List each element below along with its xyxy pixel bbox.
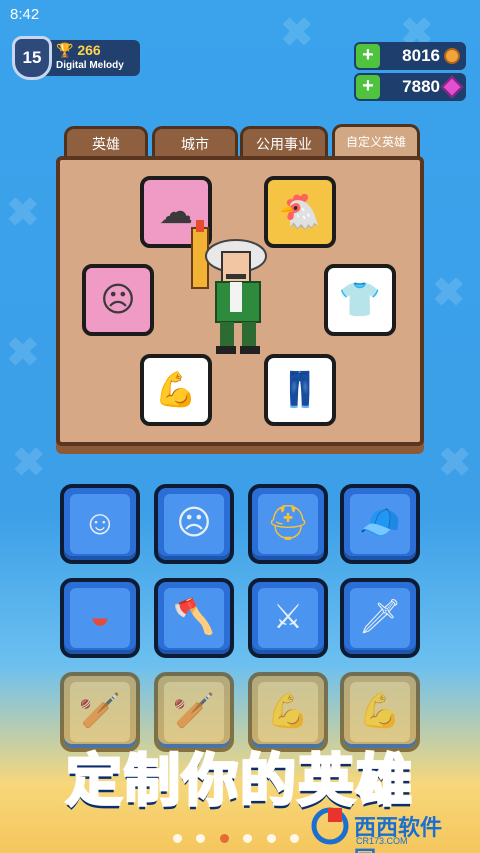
face-icon: ☹ [100, 281, 136, 319]
pants-icon: 👖 [278, 371, 322, 409]
jacket-icon: 👕 [338, 281, 382, 319]
sword-icon: 🗡 [358, 598, 402, 636]
gem-amount: 7880 [402, 77, 440, 96]
face-icon: ☹ [176, 504, 212, 542]
background-axe-icon: ✖ [6, 331, 40, 375]
page-dot[interactable] [173, 834, 182, 843]
body-slot[interactable]: 💪 [140, 354, 212, 426]
face-option-1[interactable]: ☺ [60, 484, 140, 564]
page-dot[interactable] [266, 834, 276, 843]
add-coins-button[interactable]: + [356, 44, 380, 68]
muscle-body-icon: 💪 [154, 371, 198, 409]
axe-option[interactable]: 🪓 [154, 578, 234, 658]
face-option-2[interactable]: ☹ [154, 484, 234, 564]
axe-icon: 🪓 [172, 598, 216, 636]
face-icon: ☺ [82, 504, 118, 542]
page-dot[interactable] [196, 834, 206, 843]
cap-option[interactable]: 🧢 [340, 484, 420, 564]
page-dot[interactable] [290, 834, 300, 843]
tab-utilities[interactable]: 公用事业 [240, 126, 328, 160]
site-watermark: 西西软件园 CR173.COM [310, 806, 460, 853]
trophy-count: 266 [77, 42, 101, 58]
tab-heroes[interactable]: 英雄 [64, 126, 148, 160]
trophy-icon: 🏆 [56, 42, 74, 58]
gem-currency[interactable]: + 7880 [354, 73, 466, 101]
add-gems-button[interactable]: + [356, 75, 380, 99]
background-axe-icon: ✖ [438, 441, 472, 485]
top-clothing-slot[interactable]: 👕 [324, 264, 396, 336]
sword-option[interactable]: 🗡 [340, 578, 420, 658]
battle-axe-option[interactable]: ⚔ [248, 578, 328, 658]
promo-banner-text: 定制你的英雄 [65, 748, 414, 816]
pants-slot[interactable]: 👖 [264, 354, 336, 426]
page-dot[interactable] [243, 834, 253, 843]
player-plate[interactable]: 🏆 266 Digital Melody [46, 40, 140, 76]
pagination-dots [168, 830, 304, 848]
beanie-option[interactable]: ◒ [60, 578, 140, 658]
level-shield-badge[interactable]: 15 [12, 36, 52, 80]
background-axe-icon: ✖ [12, 441, 46, 485]
cap-icon: 🧢 [358, 504, 402, 542]
background-axe-icon: ✖ [6, 191, 40, 235]
coin-icon [444, 48, 460, 64]
tab-city[interactable]: 城市 [152, 126, 238, 160]
face-slot[interactable]: ☹ [82, 264, 154, 336]
coin-amount: 8016 [402, 46, 440, 65]
coin-currency[interactable]: + 8016 [354, 42, 466, 70]
hard-hat-icon: ⛑ [266, 504, 310, 542]
background-axe-icon: ✖ [432, 271, 466, 315]
watermark-logo-icon [311, 807, 349, 845]
watermark-subtext: CR173.COM [356, 836, 408, 846]
status-bar-time: 8:42 [10, 6, 40, 23]
player-name: Digital Melody [56, 60, 124, 71]
gem-icon [440, 75, 464, 99]
battle-axe-icon: ⚔ [272, 598, 304, 636]
hero-character [191, 220, 267, 354]
beanie-icon: ◒ [89, 598, 111, 636]
watermark-text: 西西软件园 [354, 816, 443, 853]
page-dot-active[interactable] [219, 834, 229, 843]
hard-hat-option[interactable]: ⛑ [248, 484, 328, 564]
